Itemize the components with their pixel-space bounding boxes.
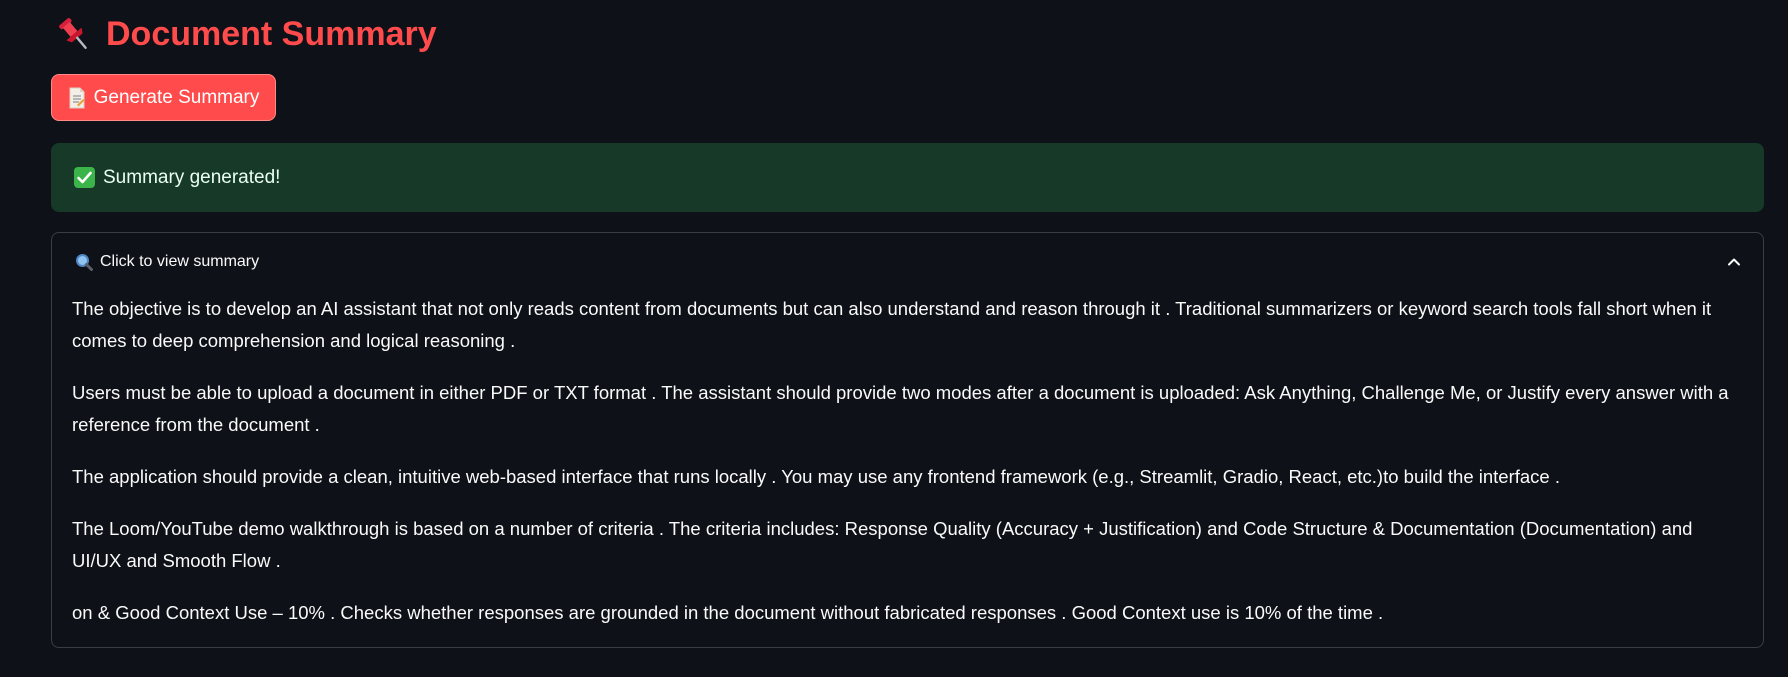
page-title: Document Summary xyxy=(52,10,437,58)
summary-paragraph: on & Good Context Use – 10% . Checks whe… xyxy=(72,602,1384,623)
app-page: Document Summary Generate Summary Summar… xyxy=(0,0,1788,677)
magnifier-icon xyxy=(75,253,93,271)
generate-summary-label: Generate Summary xyxy=(93,86,260,108)
summary-expander-label: Click to view summary xyxy=(100,253,260,270)
page-title-text: Document Summary xyxy=(106,14,437,53)
success-message: Summary generated! xyxy=(103,166,281,188)
summary-paragraph: The Loom/YouTube demo walkthrough is bas… xyxy=(72,518,1693,571)
summary-paragraph: Users must be able to upload a document … xyxy=(72,382,1729,435)
summary-paragraph: The objective is to develop an AI assist… xyxy=(72,298,1712,351)
chevron-up-icon[interactable] xyxy=(1725,253,1743,271)
success-alert: Summary generated! xyxy=(51,143,1764,212)
check-mark-icon xyxy=(74,167,95,188)
document-icon xyxy=(68,87,86,109)
summary-content: The objective is to develop an AI assist… xyxy=(72,293,1742,649)
summary-expander-header[interactable]: Click to view summary xyxy=(52,233,1763,291)
summary-expander: Click to view summary The objective is t… xyxy=(51,232,1764,648)
pushpin-icon xyxy=(52,12,96,56)
summary-paragraph: The application should provide a clean, … xyxy=(72,466,1560,487)
generate-summary-button[interactable]: Generate Summary xyxy=(51,74,276,121)
